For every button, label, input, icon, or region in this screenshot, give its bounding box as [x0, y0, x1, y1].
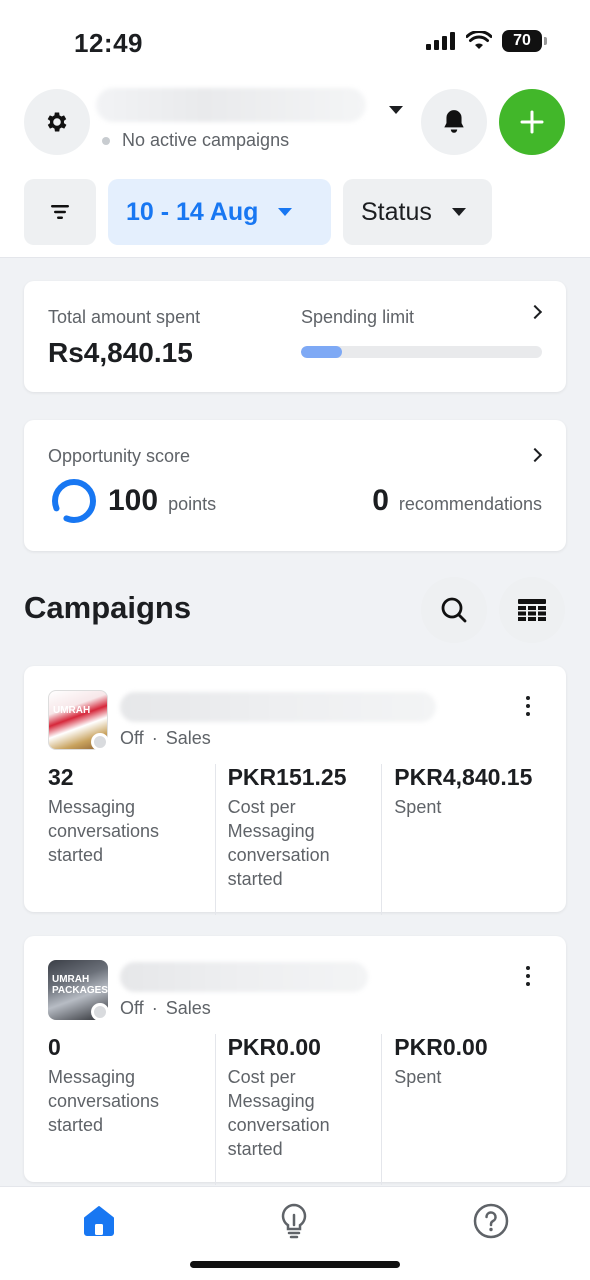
opportunity-score-label: Opportunity score: [48, 446, 191, 466]
status-time: 12:49: [74, 28, 143, 58]
campaign-status-dot: [91, 733, 109, 751]
separator-dot: ·: [151, 998, 158, 1018]
metric-label: Messaging conversations started: [48, 1067, 160, 1135]
search-button[interactable]: [421, 577, 487, 643]
metric-spent: PKR4,840.15 Spent: [381, 764, 548, 915]
points-unit: points: [168, 494, 217, 514]
spending-limit-bar: [301, 346, 542, 358]
battery-icon: 70: [502, 30, 547, 52]
spending-limit-label: Spending limit: [301, 307, 415, 327]
metric-value: 0: [48, 1034, 61, 1060]
account-status-text: No active campaigns: [122, 130, 290, 150]
search-icon: [441, 597, 467, 623]
help-icon: [473, 1203, 509, 1239]
metric-label: Spent: [394, 1067, 442, 1087]
score-ring-icon: [52, 479, 96, 523]
filter-button[interactable]: [24, 179, 96, 245]
metric-spent: PKR0.00 Spent: [381, 1034, 548, 1185]
status-dot: [102, 136, 110, 145]
campaign-objective: Sales: [165, 998, 211, 1018]
campaign-status: Off: [120, 728, 144, 748]
campaign-metrics: 0 Messaging conversations started PKR0.0…: [48, 1034, 548, 1185]
more-options-icon[interactable]: [526, 966, 530, 986]
metric-value: PKR0.00: [227, 1034, 321, 1060]
status-filter-label: Status: [361, 197, 432, 226]
opportunity-points: 100 points: [108, 484, 216, 518]
campaign-name: [120, 962, 368, 992]
chevron-down-icon: [278, 208, 293, 216]
cellular-signal-icon: [426, 32, 455, 50]
nav-ideas[interactable]: [274, 1201, 314, 1241]
recommendations-count: 0 recommendations: [372, 484, 542, 518]
opportunity-score-card[interactable]: Opportunity score 100 points 0 recommend…: [24, 420, 566, 551]
status-bar: 12:49 70: [0, 0, 590, 80]
status-filter-button[interactable]: Status: [343, 179, 492, 245]
more-options-icon[interactable]: [526, 696, 530, 716]
campaign-objective: Sales: [165, 728, 211, 748]
campaign-status-dot: [91, 1003, 109, 1021]
recommendations-value: 0: [372, 484, 389, 517]
campaigns-heading: Campaigns: [24, 590, 192, 625]
wifi-icon: [466, 31, 492, 49]
separator-dot: ·: [151, 728, 158, 748]
create-button[interactable]: [499, 89, 565, 155]
total-spent-value: Rs4,840.15: [48, 337, 193, 368]
date-range-button[interactable]: 10 - 14 Aug: [108, 179, 331, 245]
settings-button[interactable]: [24, 89, 90, 155]
account-name[interactable]: [96, 88, 366, 122]
thumbnail-text: UMRAH: [53, 705, 91, 716]
nav-help[interactable]: [471, 1201, 511, 1241]
campaign-card[interactable]: UMRAH Off · Sales 32 Messaging conversat…: [24, 666, 566, 915]
recommendations-unit: recommendations: [398, 494, 542, 514]
lightbulb-icon: [281, 1203, 307, 1239]
metric-cost-per-conversation: PKR151.25 Cost per Messaging conversatio…: [214, 764, 382, 915]
gear-icon: [47, 112, 67, 132]
metric-value: PKR0.00: [394, 1034, 488, 1060]
notifications-button[interactable]: [421, 89, 487, 155]
table-view-button[interactable]: [499, 577, 565, 643]
spending-summary-card[interactable]: Total amount spent Rs4,840.15 Spending l…: [24, 281, 566, 392]
metric-conversations: 32 Messaging conversations started: [48, 764, 215, 915]
date-range-label: 10 - 14 Aug: [126, 197, 259, 226]
status-icons: 70: [426, 30, 547, 52]
metric-label: Cost per Messaging conversation started: [227, 797, 330, 889]
campaign-name: [120, 692, 436, 722]
campaign-status: Off: [120, 998, 144, 1018]
campaign-card[interactable]: UMRAH PACKAGES Off · Sales 0 Messaging c…: [24, 936, 566, 1185]
metric-value: PKR4,840.15: [394, 764, 533, 790]
metric-cost-per-conversation: PKR0.00 Cost per Messaging conversation …: [214, 1034, 382, 1185]
nav-home[interactable]: [79, 1201, 119, 1241]
total-spent-label: Total amount spent: [48, 307, 201, 327]
battery-level: 70: [513, 32, 531, 49]
table-icon: [518, 599, 546, 621]
home-indicator: [190, 1261, 400, 1268]
metric-label: Messaging conversations started: [48, 797, 160, 865]
campaign-metrics: 32 Messaging conversations started PKR15…: [48, 764, 548, 915]
campaign-meta: Off · Sales: [120, 728, 211, 749]
chevron-down-icon: [451, 208, 466, 216]
chevron-right-icon[interactable]: [527, 304, 543, 320]
points-value: 100: [108, 484, 159, 517]
home-icon: [84, 1206, 114, 1236]
campaign-meta: Off · Sales: [120, 998, 211, 1019]
thumbnail-text: UMRAH PACKAGES: [52, 974, 108, 996]
metric-conversations: 0 Messaging conversations started: [48, 1034, 215, 1185]
account-status: No active campaigns: [102, 130, 289, 151]
filter-icon: [51, 205, 69, 219]
chevron-right-icon[interactable]: [527, 447, 543, 463]
metric-label: Spent: [394, 797, 442, 817]
chevron-down-icon[interactable]: [389, 106, 403, 114]
metric-value: PKR151.25: [227, 764, 347, 790]
metric-value: 32: [48, 764, 74, 790]
plus-icon: [520, 110, 544, 134]
metric-label: Cost per Messaging conversation started: [227, 1067, 330, 1159]
bell-icon: [444, 110, 464, 133]
spending-limit-fill: [301, 346, 342, 358]
